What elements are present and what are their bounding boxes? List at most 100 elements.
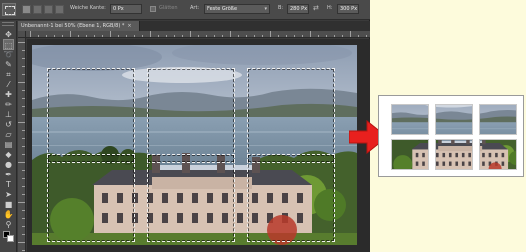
ruler-tick [22, 98, 25, 99]
house-window [436, 152, 439, 158]
selection-marquee-1[interactable] [47, 68, 135, 163]
ruler-tick [342, 35, 343, 37]
house-window [501, 152, 505, 158]
ruler-tick [350, 31, 351, 37]
result-tile-image [480, 105, 516, 134]
height-input[interactable]: 300 Px [337, 4, 359, 14]
house-window [455, 152, 459, 158]
ruler-tick [22, 154, 25, 155]
ruler-tick [22, 146, 25, 147]
ruler-tick [22, 130, 25, 131]
ruler-tick [22, 218, 25, 219]
ruler-tick [54, 35, 55, 37]
ruler-tick [18, 242, 25, 243]
ruler-tick [182, 35, 183, 37]
result-tile-image [436, 105, 472, 134]
style-select[interactable]: Feste Größe ▾ [204, 4, 270, 14]
ruler-tick [270, 31, 271, 37]
tool-preset-picker[interactable] [2, 3, 16, 16]
ruler-tick [102, 35, 103, 37]
intersect-selection-mode-button[interactable] [55, 5, 64, 14]
house-window [461, 152, 465, 158]
house-window [448, 152, 452, 158]
ruler-tick [22, 106, 25, 107]
result-tile [435, 139, 473, 170]
style-select-value: Feste Größe [207, 6, 238, 12]
result-tile-image [392, 105, 428, 134]
ruler-tick [150, 31, 151, 37]
ruler-tick [190, 31, 191, 37]
antialias-checkbox[interactable] [150, 6, 156, 12]
document-tab-title: Unbenannt-1 bei 50% (Ebene 1, RGB/8) * [21, 23, 125, 29]
result-tile [391, 104, 429, 135]
ruler-origin[interactable] [18, 31, 26, 38]
result-tile-image [392, 140, 428, 169]
house-window [482, 161, 485, 166]
add-selection-mode-button[interactable] [33, 5, 42, 14]
ruler-tick [18, 162, 25, 163]
ruler-tick [22, 210, 25, 211]
ruler-tick [230, 31, 231, 37]
ruler-tick [22, 138, 25, 139]
horizontal-ruler[interactable] [26, 31, 370, 38]
ruler-tick [334, 35, 335, 37]
subtract-selection-mode-button[interactable] [44, 5, 53, 14]
ruler-tick [174, 35, 175, 37]
toolbar-grip[interactable] [2, 22, 14, 26]
ruler-tick [206, 35, 207, 37]
feather-input[interactable]: 0 Px [110, 4, 142, 14]
selection-marquee-6[interactable] [247, 154, 335, 242]
ruler-tick [38, 35, 39, 37]
ruler-tick [22, 66, 25, 67]
width-label: B: [278, 5, 284, 11]
canvas-area[interactable] [27, 39, 370, 252]
selection-marquee-3[interactable] [247, 68, 335, 163]
options-bar: Weiche Kante: 0 Px Glätten Art: Feste Gr… [0, 0, 370, 20]
antialias-label: Glätten [159, 5, 178, 11]
result-tile [479, 139, 517, 170]
ruler-tick [158, 35, 159, 37]
new-selection-mode-button[interactable] [22, 5, 31, 14]
selection-marquee-5[interactable] [147, 154, 235, 242]
selection-marquee-2[interactable] [147, 68, 235, 163]
style-label: Art: [190, 5, 200, 11]
zoom-icon[interactable]: ⚲ [3, 219, 14, 230]
ruler-tick [22, 58, 25, 59]
ruler-tick [22, 194, 25, 195]
ruler-tick [134, 35, 135, 37]
height-label: H: [327, 5, 333, 11]
result-tile-image [436, 140, 472, 169]
ruler-tick [246, 35, 247, 37]
swap-dimensions-icon[interactable]: ⇄ [313, 4, 319, 12]
ruler-tick [22, 178, 25, 179]
ruler-tick [110, 31, 111, 37]
ruler-tick [254, 35, 255, 37]
vertical-ruler[interactable] [18, 38, 26, 252]
ruler-tick [94, 35, 95, 37]
ruler-tick [118, 35, 119, 37]
house-window [495, 152, 498, 158]
document-tab[interactable]: Unbenannt-1 bei 50% (Ebene 1, RGB/8) * × [18, 21, 140, 31]
background-color-swatch[interactable] [7, 235, 14, 242]
color-swatches[interactable] [3, 231, 14, 242]
house-window [468, 152, 471, 158]
ruler-tick [22, 234, 25, 235]
ruler-tick [22, 74, 25, 75]
ruler-tick [238, 35, 239, 37]
ruler-tick [262, 35, 263, 37]
document-tab-bar: Unbenannt-1 bei 50% (Ebene 1, RGB/8) * × [18, 21, 370, 31]
house-window [237, 213, 243, 223]
house-window [422, 161, 425, 166]
result-tile [435, 104, 473, 135]
ruler-tick [22, 186, 25, 187]
ruler-tick [18, 202, 25, 203]
ruler-tick [326, 35, 327, 37]
ruler-tick [22, 170, 25, 171]
close-icon[interactable]: × [127, 23, 131, 29]
ruler-tick [278, 35, 279, 37]
house-window [461, 161, 465, 166]
ruler-tick [318, 35, 319, 37]
ruler-tick [142, 35, 143, 37]
selection-marquee-4[interactable] [47, 154, 135, 242]
width-input[interactable]: 280 Px [287, 4, 309, 14]
